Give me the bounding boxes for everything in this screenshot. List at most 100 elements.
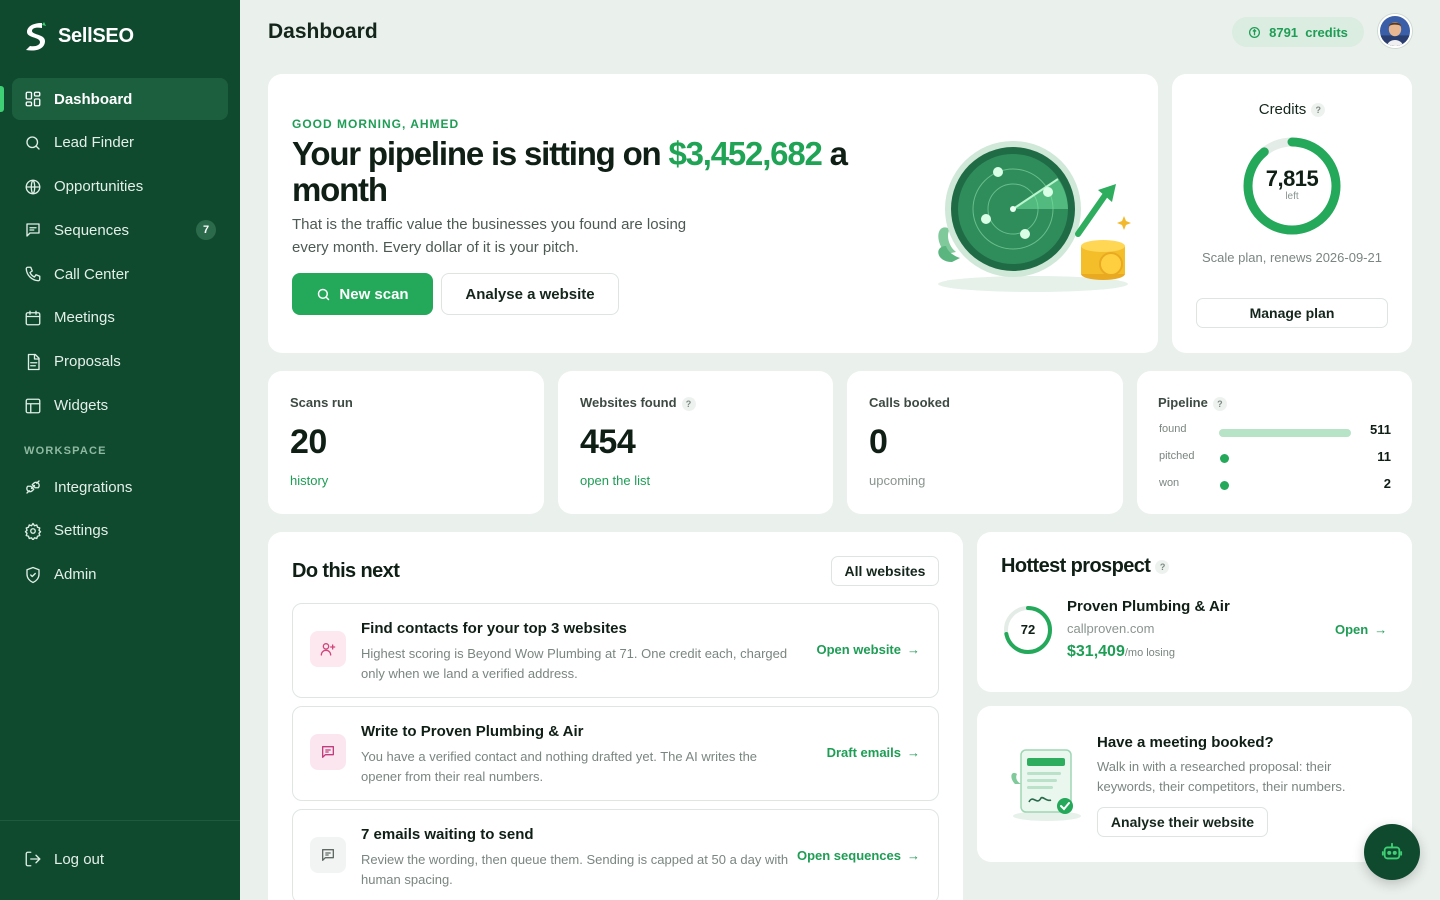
sidebar-item-call-center[interactable]: Call Center	[12, 253, 228, 295]
radar-illustration-icon	[938, 141, 1131, 292]
all-websites-button[interactable]: All websites	[831, 556, 939, 586]
plug-icon	[24, 478, 42, 496]
task-title: 7 emails waiting to send	[361, 826, 534, 843]
arrow-right-icon: →	[907, 745, 920, 760]
help-icon[interactable]: ?	[1155, 559, 1170, 574]
workspace-nav: Integrations Settings Admin	[12, 466, 228, 597]
avatar[interactable]	[1378, 14, 1412, 48]
sidebar-item-dashboard[interactable]: Dashboard	[0, 78, 228, 120]
new-scan-label: New scan	[339, 285, 409, 303]
sidebar-item-label: Call Center	[54, 265, 130, 283]
search-icon	[24, 134, 42, 152]
globe-icon	[24, 178, 42, 196]
history-link[interactable]: history	[290, 473, 328, 488]
new-scan-button[interactable]: New scan	[292, 273, 433, 315]
brand[interactable]: SellSEO	[22, 20, 134, 52]
stat-label: Websites found	[580, 395, 677, 410]
credits-card: Credits? 7,815 left Scale plan, renews 2…	[1172, 74, 1412, 353]
task-desc: You have a verified contact and nothing …	[361, 749, 758, 784]
message-icon	[24, 221, 42, 239]
task-item[interactable]: Find contacts for your top 3 websites Hi…	[292, 603, 939, 698]
pipeline-row-won: won 2	[1159, 473, 1391, 493]
task-link-label: Open sequences	[796, 848, 901, 863]
logout-icon	[24, 850, 42, 868]
stat-websites: Websites found? 454 open the list	[558, 371, 833, 514]
phone-icon	[24, 265, 42, 283]
task-desc: Review the wording, then queue them. Sen…	[361, 852, 789, 887]
task-desc: Highest scoring is Beyond Wow Plumbing a…	[361, 646, 788, 681]
help-icon[interactable]: ?	[1212, 396, 1227, 411]
open-list-link[interactable]: open the list	[580, 473, 650, 488]
arrow-right-icon: →	[1374, 622, 1388, 637]
help-icon[interactable]: ?	[1311, 103, 1326, 118]
stat-label-wrap: Websites found?	[580, 395, 696, 411]
sidebar-item-label: Dashboard	[54, 90, 133, 108]
page-title: Dashboard	[268, 20, 378, 43]
manage-plan-button[interactable]: Manage plan	[1196, 298, 1388, 328]
task-item[interactable]: Write to Proven Plumbing & Air You have …	[292, 706, 939, 801]
sidebar-item-label: Widgets	[54, 397, 109, 415]
logout-wrap: Log out	[12, 838, 228, 882]
sidebar-item-integrations[interactable]: Integrations	[12, 466, 228, 508]
task-item[interactable]: 7 emails waiting to send Review the word…	[292, 809, 939, 900]
open-prospect-link[interactable]: Open →	[1335, 622, 1387, 637]
sidebar-item-admin[interactable]: Admin	[12, 554, 228, 596]
open-website-link[interactable]: Open website →	[816, 642, 920, 657]
sidebar-item-widgets[interactable]: Widgets	[12, 385, 228, 427]
stat-calls: Calls booked 0 upcoming	[847, 371, 1123, 514]
stat-scans: Scans run 20 history	[268, 371, 544, 514]
plan-text: Scale plan, renews 2026-09-21	[1202, 250, 1382, 265]
hottest-title: Hottest prospect?	[1001, 555, 1170, 578]
analyse-website-button[interactable]: Analyse a website	[441, 273, 619, 315]
stat-value: 454	[580, 423, 636, 461]
message-icon	[310, 734, 346, 770]
sidebar-item-settings[interactable]: Settings	[12, 510, 228, 552]
count-badge: 7	[196, 220, 216, 241]
prospect-name: Proven Plumbing & Air	[1067, 598, 1230, 615]
meeting-card: Have a meeting booked? Walk in with a re…	[977, 706, 1412, 862]
headline-pre: Your pipeline is sitting on	[292, 135, 669, 172]
task-title: Find contacts for your top 3 websites	[361, 620, 627, 637]
sidebar-divider	[0, 820, 240, 821]
help-icon[interactable]: ?	[681, 396, 696, 411]
logout-button[interactable]: Log out	[12, 838, 228, 880]
sidebar-item-meetings[interactable]: Meetings	[12, 297, 228, 339]
hottest-title-label: Hottest prospect	[1001, 555, 1151, 577]
sidebar-item-lead-finder[interactable]: Lead Finder	[12, 122, 228, 164]
hero-card: GOOD MORNING, AHMED Your pipeline is sit…	[268, 74, 1158, 353]
analyse-their-website-button[interactable]: Analyse their website	[1097, 807, 1268, 837]
sidebar-item-proposals[interactable]: Proposals	[12, 341, 228, 383]
pipeline-row-name: pitched	[1159, 450, 1195, 462]
pipeline-row-name: found	[1159, 423, 1187, 435]
credit-coin-icon	[1249, 26, 1261, 38]
pipeline-row-pitched: pitched 11	[1159, 446, 1391, 466]
credits-remaining-label: left	[1285, 191, 1299, 202]
prospect-amount: $31,409/mo losing	[1067, 643, 1175, 661]
credits-chip[interactable]: 8791 credits	[1232, 17, 1364, 47]
user-avatar-icon	[1380, 16, 1410, 46]
credits-remaining: 7,815	[1265, 166, 1319, 191]
task-link-label: Open website	[816, 642, 901, 657]
pipeline-amount: $3,452,682	[668, 135, 822, 172]
prospect-amount-suffix: /mo losing	[1124, 647, 1175, 659]
arrow-right-icon: →	[907, 642, 920, 657]
logout-label: Log out	[54, 850, 105, 868]
draft-emails-link[interactable]: Draft emails →	[827, 745, 920, 760]
sidebar-item-sequences[interactable]: Sequences 7	[12, 209, 228, 251]
sidebar-item-label: Settings	[54, 522, 109, 540]
sidebar-item-opportunities[interactable]: Opportunities	[12, 166, 228, 208]
hottest-prospect-card: Hottest prospect? 72 Proven Plumbing & A…	[977, 532, 1412, 692]
open-sequences-link[interactable]: Open sequences →	[797, 848, 920, 863]
search-icon	[318, 288, 330, 300]
pipeline-bar	[1219, 429, 1351, 437]
stat-value: 0	[869, 423, 888, 461]
sidebar-item-label: Proposals	[54, 353, 121, 371]
open-label: Open	[1335, 622, 1369, 637]
assistant-bot-button[interactable]	[1364, 824, 1420, 880]
sidebar-item-label: Sequences	[54, 221, 130, 239]
upcoming-link[interactable]: upcoming	[869, 473, 925, 488]
arrow-right-icon: →	[907, 848, 920, 863]
headline: Your pipeline is sitting on $3,452,682 a…	[292, 136, 892, 208]
credits-chip-label: 8791 credits	[1269, 24, 1348, 40]
stat-label: Scans run	[290, 395, 353, 410]
